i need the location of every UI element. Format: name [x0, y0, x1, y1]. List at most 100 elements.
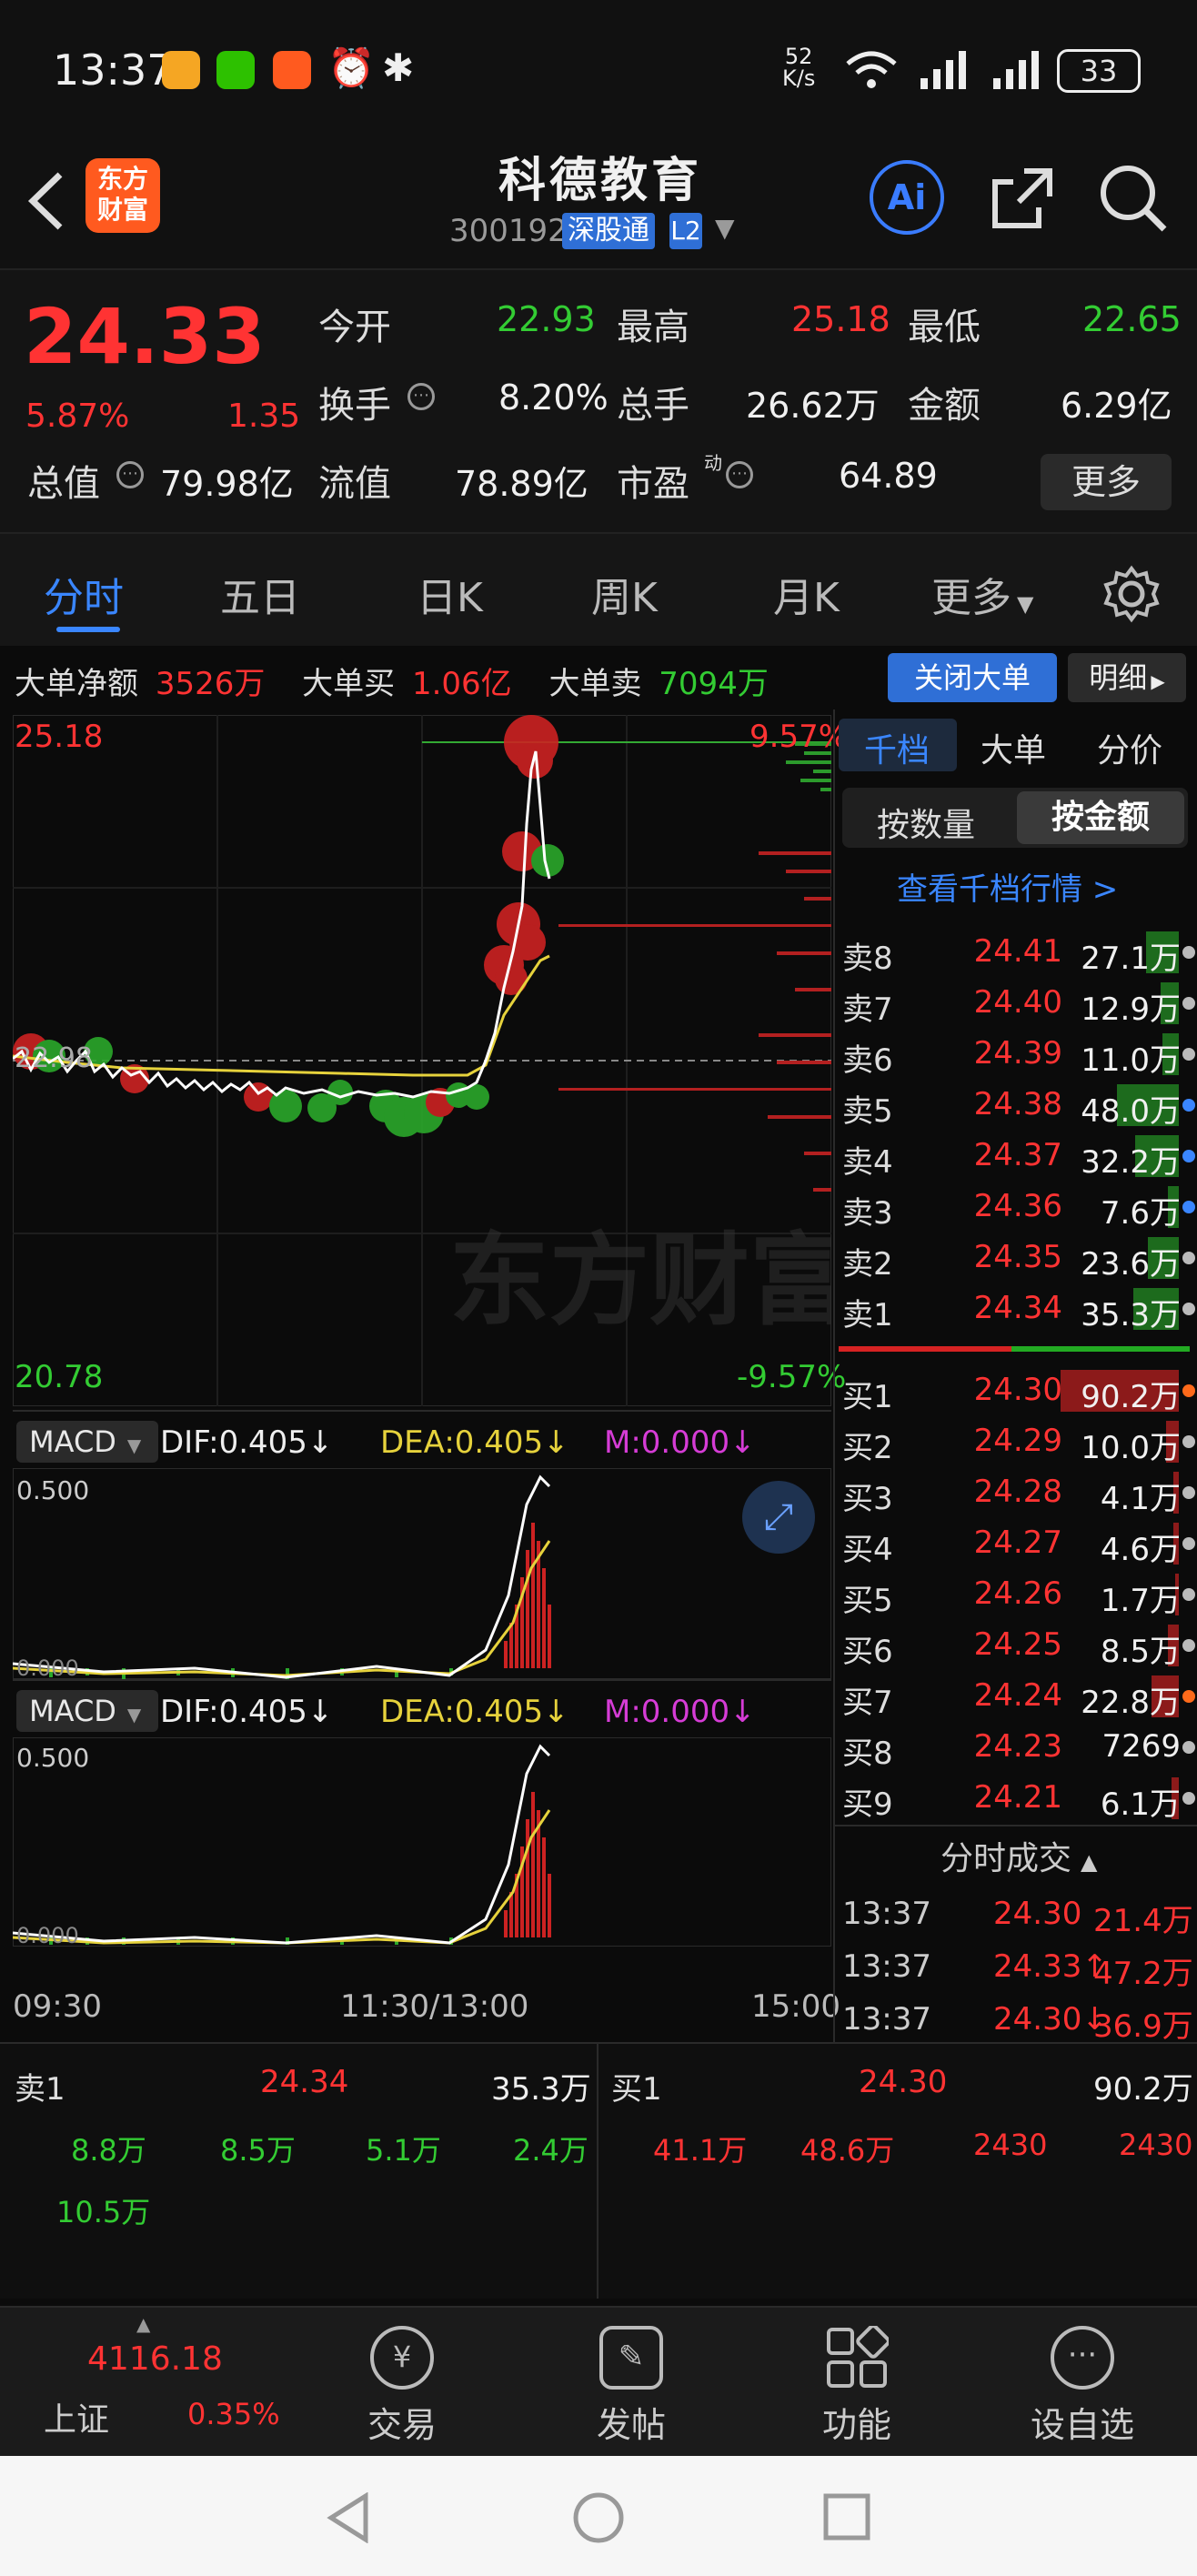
tab-intraday[interactable]: 分时	[44, 565, 124, 623]
bigorder-buy-value: 1.06亿	[411, 666, 512, 702]
bid-qty: 90.2万	[1081, 1379, 1181, 1415]
side-tab-price[interactable]: 分价	[1097, 724, 1162, 771]
macd1-chart[interactable]	[13, 1468, 831, 1679]
ask-price: 24.37	[973, 1137, 1062, 1173]
battery-level: 33	[1080, 54, 1118, 88]
view-depth-link[interactable]: 查看千档行情 >	[897, 864, 1118, 909]
intraday-price-chart[interactable]: 东方财富	[13, 715, 831, 1406]
volume-label: 总手	[617, 385, 689, 427]
nav-trade[interactable]: ¥ 交易	[311, 2326, 493, 2447]
bid-qty: 4.1万	[1100, 1481, 1181, 1517]
ask-row: 卖6 24.39 11.0万	[842, 1030, 1197, 1081]
trade-row: 13:37 24.33↑ 47.2万	[842, 1943, 1197, 1994]
connect-badge: 深股通	[562, 213, 655, 249]
recents-square-icon[interactable]	[822, 2492, 871, 2543]
expand-icon[interactable]: ⤢	[742, 1481, 815, 1554]
ask-qty: 23.6万	[1081, 1246, 1181, 1283]
macd2-header: MACD ▼ DIF:0.405↓ DEA:0.405↓ M:0.000↓	[13, 1679, 831, 1736]
queue-sell-price: 24.34	[260, 2064, 349, 2100]
low-label: 最低	[908, 307, 981, 348]
index-ticker[interactable]: ▲ 4116.18 上证 0.35%	[18, 2308, 280, 2453]
bid-qty: 4.6万	[1100, 1532, 1181, 1568]
caret-up-icon: ▲	[136, 2313, 151, 2335]
trades-title[interactable]: 分时成交 ▲	[940, 1832, 1097, 1879]
side-tab-bigorder[interactable]: 大单	[981, 724, 1046, 771]
tab-weekly-k[interactable]: 周K	[591, 565, 658, 623]
quote-panel: 24.33 5.87% 1.35 今开 22.93 最高 25.18 最低 22…	[0, 268, 1197, 534]
tab-more-label: 更多	[931, 575, 1011, 621]
app-logo[interactable]: 东方 财富	[86, 158, 160, 233]
macd2-m: M:0.000↓	[604, 1694, 756, 1730]
index-name: 上证	[44, 2401, 110, 2439]
more-button[interactable]: 更多	[1041, 454, 1172, 510]
bid-row: 买8 24.23 7269	[842, 1723, 1197, 1774]
status-bar: 13:37 ⏰ ✱ 52 K/s 33	[0, 0, 1197, 136]
tab-monthly-k[interactable]: 月K	[773, 565, 840, 623]
tab-daily-k[interactable]: 日K	[417, 565, 483, 623]
detail-label: 明细	[1089, 660, 1148, 695]
min-price-label: 20.78	[15, 1359, 104, 1395]
pe-label: 市盈	[617, 463, 689, 505]
macd2-selector[interactable]: MACD ▼	[16, 1690, 158, 1732]
bid-ask-ratio-red	[839, 1346, 1011, 1352]
max-price-label: 25.18	[15, 719, 104, 755]
detail-button[interactable]: 明细 ▶	[1068, 653, 1186, 702]
change-amount: 1.35	[227, 397, 301, 435]
search-icon[interactable]	[1097, 162, 1170, 235]
trade-time: 13:37	[842, 1896, 931, 1932]
ai-button[interactable]: Ai	[870, 160, 944, 235]
macd2-chart[interactable]	[13, 1737, 831, 1947]
sort-by-qty[interactable]: 按数量	[877, 799, 975, 846]
bid-row: 买3 24.28 4.1万	[842, 1468, 1197, 1519]
close-bigorder-button[interactable]: 关闭大单	[888, 653, 1057, 702]
mcap-value: 79.98亿	[160, 464, 294, 504]
nav-functions[interactable]: 功能	[766, 2324, 948, 2447]
macd1-bottom-label: 0.000	[16, 1655, 79, 1681]
sell-queue-item: 8.8万	[71, 2133, 146, 2168]
nav-add-watchlist[interactable]: ··· 设自选	[991, 2326, 1173, 2447]
float-value: 78.89亿	[455, 464, 588, 504]
ask-label: 卖3	[842, 1195, 893, 1232]
chevron-right-icon: ▶	[1151, 670, 1165, 692]
share-icon[interactable]	[988, 164, 1057, 233]
bid-price: 24.30	[973, 1372, 1062, 1408]
ask-row: 卖8 24.41 27.1万	[842, 928, 1197, 979]
queue-sell-qty: 35.3万	[491, 2071, 591, 2108]
back-icon[interactable]	[25, 171, 65, 231]
info-icon[interactable]: ⋯	[407, 383, 435, 410]
turnover-value: 8.20%	[498, 377, 609, 418]
turnover-label: 换手	[318, 385, 391, 427]
side-tab-depth[interactable]: 千档	[864, 724, 930, 771]
dropdown-arrow-icon[interactable]: ▼	[715, 213, 735, 243]
trade-qty: 36.9万	[1093, 2008, 1193, 2045]
net-speed-unit: K/s	[782, 65, 816, 91]
stock-header: 东方 财富 科德教育 300192 深股通 L2 ▼ Ai	[0, 136, 1197, 268]
info-icon[interactable]: ⋯	[116, 461, 144, 488]
sort-by-amt[interactable]: 按金额	[1017, 791, 1184, 844]
macd1-dif: DIF:0.405↓	[160, 1424, 334, 1461]
tab-more[interactable]: 更多 ▼	[931, 565, 1033, 623]
buy-queue-item: 48.6万	[800, 2133, 895, 2168]
chevron-down-icon: ▼	[126, 1704, 142, 1726]
bid-dot	[1182, 1486, 1195, 1499]
status-time: 13:37	[53, 45, 174, 95]
mcap-label: 总值	[27, 463, 100, 505]
index-value: 4116.18	[87, 2340, 223, 2378]
home-circle-icon[interactable]	[571, 2490, 626, 2545]
bid-row: 买2 24.29 10.0万	[842, 1417, 1197, 1468]
bid-row: 买6 24.25 8.5万	[842, 1621, 1197, 1672]
nav-post[interactable]: ✎ 发帖	[540, 2326, 722, 2447]
ask-row: 卖7 24.40 12.9万	[842, 979, 1197, 1030]
info-icon[interactable]: ⋯	[726, 461, 753, 488]
ask-price: 24.40	[973, 984, 1062, 1021]
ask-row: 卖1 24.34 35.3万	[842, 1284, 1197, 1335]
macd1-selector[interactable]: MACD ▼	[16, 1421, 158, 1463]
bid-label: 买8	[842, 1736, 893, 1772]
macd1-dea: DEA:0.405↓	[380, 1424, 569, 1461]
back-triangle-icon[interactable]	[326, 2492, 371, 2543]
gear-icon[interactable]	[1102, 565, 1161, 623]
ask-row: 卖3 24.36 7.6万	[842, 1182, 1197, 1233]
tab-five-day[interactable]: 五日	[220, 565, 300, 623]
ask-dot	[1182, 1150, 1195, 1162]
pe-superscript: 动	[704, 452, 722, 474]
